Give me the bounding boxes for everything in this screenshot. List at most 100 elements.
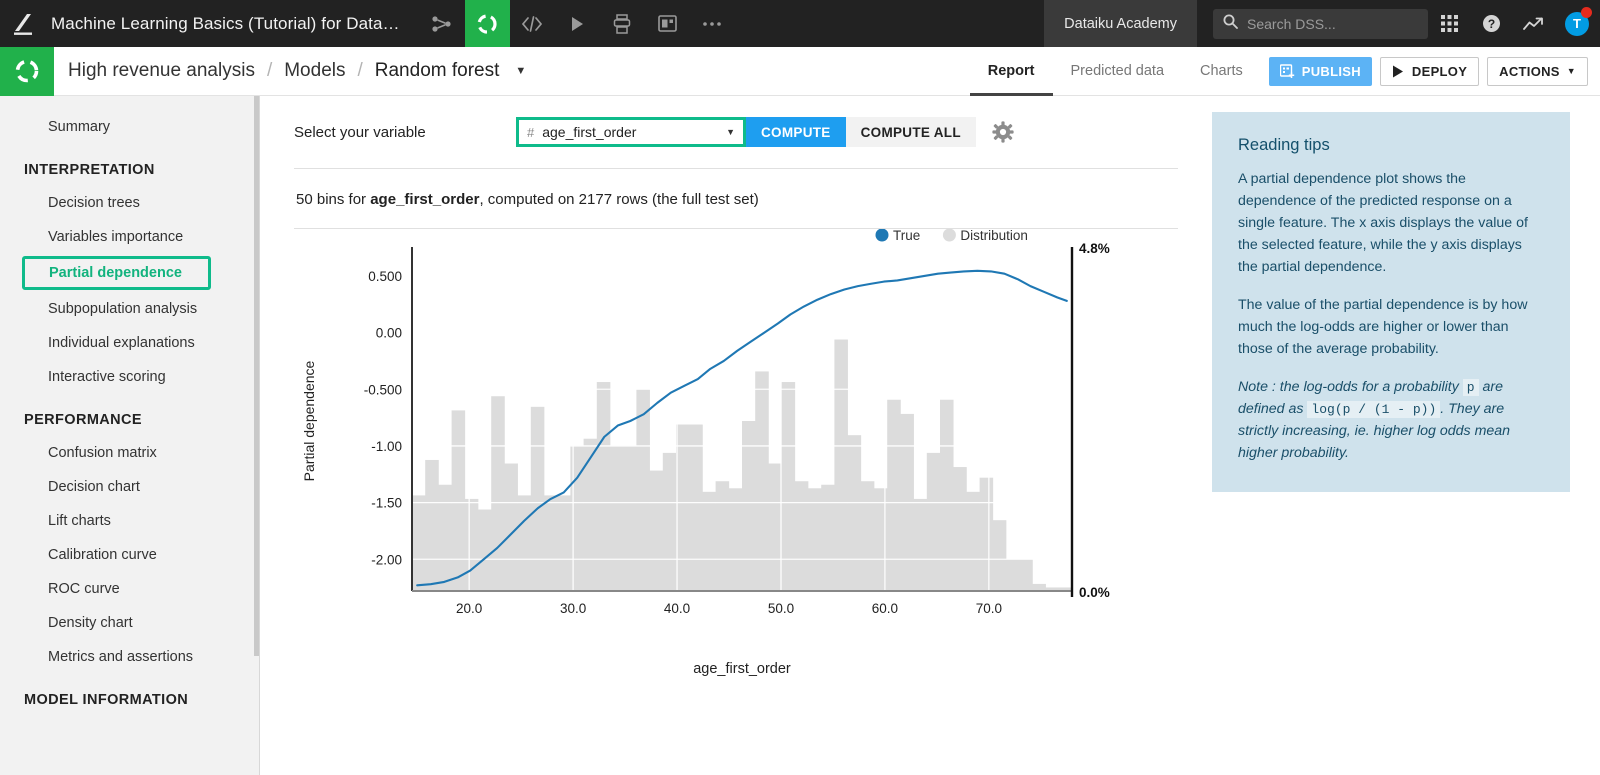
variable-toolbar: Select your variable # age_first_order ▼… bbox=[284, 96, 1178, 168]
sidebar-item-confusion-matrix[interactable]: Confusion matrix bbox=[0, 436, 259, 470]
sidebar-item-individual-explanations[interactable]: Individual explanations bbox=[0, 326, 259, 360]
y-axis-tick-label: -2.00 bbox=[371, 552, 402, 567]
run-icon[interactable] bbox=[555, 0, 600, 47]
partial-dependence-plot: 0.500 0.00 -0.500 -1.00 -1.50 -2.00 20.0 30.0 40… bbox=[284, 229, 1144, 699]
play-triangle-icon bbox=[1392, 65, 1404, 78]
sidebar-item-decision-chart[interactable]: Decision chart bbox=[0, 470, 259, 504]
breadcrumb: High revenue analysis / Models / Random … bbox=[66, 60, 526, 82]
dashboard-icon[interactable] bbox=[645, 0, 690, 47]
notification-badge bbox=[1581, 7, 1592, 18]
variable-select-value: age_first_order bbox=[542, 124, 636, 140]
top-navigation-bar: Machine Learning Basics (Tutorial) for D… bbox=[0, 0, 1600, 47]
variable-select[interactable]: # age_first_order ▼ bbox=[516, 117, 746, 147]
dataiku-academy-button[interactable]: Dataiku Academy bbox=[1044, 0, 1197, 47]
deploy-button[interactable]: DEPLOY bbox=[1380, 57, 1479, 86]
select-variable-label: Select your variable bbox=[294, 124, 516, 141]
compute-button[interactable]: COMPUTE bbox=[746, 117, 846, 147]
main-content: Select your variable # age_first_order ▼… bbox=[260, 96, 1600, 775]
sidebar-item-lift-charts[interactable]: Lift charts bbox=[0, 504, 259, 538]
search-placeholder: Search DSS... bbox=[1247, 16, 1336, 32]
legend-marker[interactable] bbox=[943, 229, 956, 242]
compute-all-button[interactable]: COMPUTE ALL bbox=[846, 117, 976, 147]
reading-tips-paragraph-2: The value of the partial dependence is b… bbox=[1238, 294, 1544, 360]
navbar-right-group: Report Predicted data Charts PUBLISH DEP… bbox=[970, 47, 1600, 96]
sidebar-item-metrics-assertions[interactable]: Metrics and assertions bbox=[0, 640, 259, 674]
gear-icon[interactable] bbox=[992, 121, 1014, 143]
dataiku-logo-icon[interactable] bbox=[0, 0, 47, 47]
chevron-down-icon: ▼ bbox=[726, 127, 735, 137]
svg-text:?: ? bbox=[1487, 17, 1494, 31]
breadcrumb-item-project[interactable]: High revenue analysis bbox=[66, 60, 257, 82]
actions-button[interactable]: ACTIONS ▼ bbox=[1487, 57, 1588, 86]
note-text-a: Note : the log-odds for a probability bbox=[1238, 379, 1463, 395]
breadcrumb-item-models[interactable]: Models bbox=[282, 60, 347, 82]
deploy-label: DEPLOY bbox=[1412, 64, 1467, 79]
tab-report[interactable]: Report bbox=[970, 47, 1053, 96]
bins-suffix: , computed on 2177 rows (the full test s… bbox=[479, 191, 758, 208]
y2-axis-tick-label-min: 0.0% bbox=[1079, 585, 1110, 600]
sidebar-item-interactive-scoring[interactable]: Interactive scoring bbox=[0, 360, 259, 394]
y-axis-tick-label: -0.500 bbox=[364, 382, 402, 397]
code-icon[interactable] bbox=[510, 0, 555, 47]
x-axis-tick-label: 50.0 bbox=[768, 601, 794, 616]
chart-column: Select your variable # age_first_order ▼… bbox=[260, 96, 1200, 775]
bins-variable: age_first_order bbox=[370, 191, 479, 208]
sidebar-item-summary[interactable]: Summary bbox=[0, 110, 259, 144]
chevron-down-icon[interactable]: ▼ bbox=[515, 65, 526, 77]
search-icon bbox=[1223, 14, 1238, 34]
reading-tips-title: Reading tips bbox=[1238, 136, 1544, 155]
publish-button[interactable]: PUBLISH bbox=[1269, 57, 1372, 86]
x-axis-tick-label: 30.0 bbox=[560, 601, 586, 616]
sidebar-item-subpopulation-analysis[interactable]: Subpopulation analysis bbox=[0, 292, 259, 326]
breadcrumb-separator: / bbox=[357, 60, 362, 82]
sidebar-scrollbar[interactable] bbox=[254, 96, 259, 656]
help-circle-icon[interactable]: ? bbox=[1470, 0, 1512, 47]
note-code-p: p bbox=[1463, 379, 1479, 396]
y-axis-tick-label: 0.00 bbox=[376, 326, 402, 341]
y-axis-title: Partial dependence bbox=[301, 360, 317, 481]
sidebar-section-model-information: MODEL INFORMATION bbox=[0, 674, 259, 716]
dataiku-home-icon[interactable] bbox=[0, 47, 54, 96]
chevron-down-icon: ▼ bbox=[1567, 66, 1576, 76]
sidebar-item-partial-dependence[interactable]: Partial dependence bbox=[22, 256, 211, 290]
x-axis-tick-label: 40.0 bbox=[664, 601, 690, 616]
search-input[interactable]: Search DSS... bbox=[1213, 9, 1428, 39]
plot-svg: 0.500 0.00 -0.500 -1.00 -1.50 -2.00 20.0 30.0 40… bbox=[284, 229, 1144, 699]
breadcrumb-separator: / bbox=[267, 60, 272, 82]
sidebar-section-interpretation: INTERPRETATION bbox=[0, 144, 259, 186]
note-code-logodds: log(p / (1 - p)) bbox=[1307, 401, 1440, 418]
legend-marker[interactable] bbox=[876, 229, 889, 242]
trend-up-icon[interactable] bbox=[1512, 0, 1554, 47]
tab-charts[interactable]: Charts bbox=[1182, 47, 1261, 96]
topbar-right-group: Dataiku Academy Search DSS... ? T bbox=[1044, 0, 1600, 47]
left-sidebar: Summary INTERPRETATION Decision trees Va… bbox=[0, 96, 260, 775]
jobs-icon[interactable] bbox=[600, 0, 645, 47]
tab-predicted-data[interactable]: Predicted data bbox=[1053, 47, 1183, 96]
sidebar-item-variables-importance[interactable]: Variables importance bbox=[0, 220, 259, 254]
reading-tips-paragraph-1: A partial dependence plot shows the depe… bbox=[1238, 168, 1544, 278]
y-axis-tick-label: 0.500 bbox=[368, 269, 402, 284]
actions-label: ACTIONS bbox=[1499, 64, 1560, 79]
x-axis-tick-label: 60.0 bbox=[872, 601, 898, 616]
sidebar-item-roc-curve[interactable]: ROC curve bbox=[0, 572, 259, 606]
flow-icon[interactable] bbox=[420, 0, 465, 47]
y-axis-tick-label: -1.00 bbox=[371, 439, 402, 454]
y-axis-tick-label: -1.50 bbox=[371, 496, 402, 511]
x-axis-tick-label: 20.0 bbox=[456, 601, 482, 616]
topbar-icon-group bbox=[420, 0, 735, 47]
more-icon[interactable] bbox=[690, 0, 735, 47]
sidebar-section-performance: PERFORMANCE bbox=[0, 394, 259, 436]
bins-prefix: 50 bins for bbox=[296, 191, 370, 208]
sidebar-item-decision-trees[interactable]: Decision trees bbox=[0, 186, 259, 220]
avatar[interactable]: T bbox=[1554, 0, 1600, 47]
lab-icon[interactable] bbox=[465, 0, 510, 47]
project-title[interactable]: Machine Learning Basics (Tutorial) for D… bbox=[51, 14, 400, 34]
x-axis-title: age_first_order bbox=[693, 661, 791, 677]
apps-grid-icon[interactable] bbox=[1428, 0, 1470, 47]
legend-label[interactable]: True bbox=[893, 229, 920, 243]
sidebar-item-calibration-curve[interactable]: Calibration curve bbox=[0, 538, 259, 572]
sidebar-item-density-chart[interactable]: Density chart bbox=[0, 606, 259, 640]
legend-label[interactable]: Distribution bbox=[960, 229, 1028, 243]
breadcrumb-item-model[interactable]: Random forest bbox=[373, 60, 502, 82]
numeric-type-icon: # bbox=[527, 125, 534, 140]
